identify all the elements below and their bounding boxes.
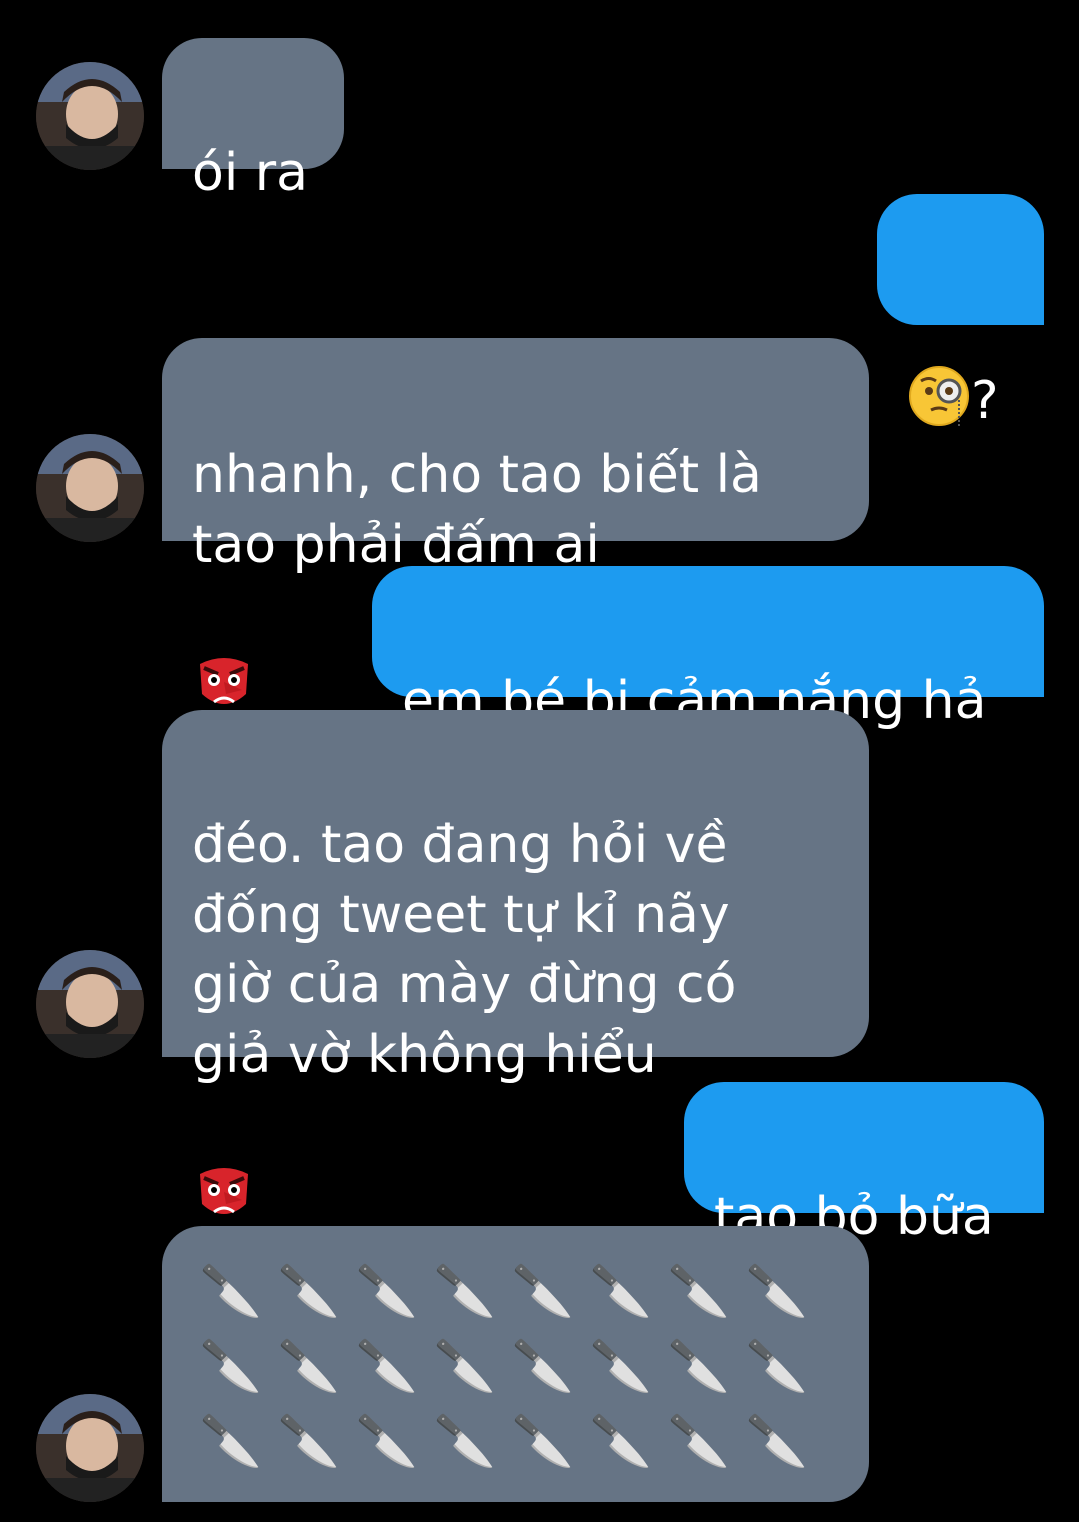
kitchen-knife-icon: 🔪 — [199, 1262, 263, 1320]
kitchen-knife-icon: 🔪 — [511, 1337, 575, 1395]
kitchen-knife-icon: 🔪 — [511, 1262, 575, 1320]
face-with-monocle-icon — [907, 294, 971, 446]
avatar-photo-icon — [36, 950, 144, 1058]
kitchen-knife-icon: 🔪 — [589, 1412, 653, 1470]
avatar-photo-icon — [36, 434, 144, 542]
message-text: đéo. tao đang hỏi về đống tweet tự kỉ nã… — [192, 815, 737, 1085]
kitchen-knife-icon: 🔪 — [745, 1262, 809, 1320]
avatar[interactable] — [36, 1394, 144, 1502]
kitchen-knife-icon: 🔪 — [745, 1412, 809, 1470]
kitchen-knife-icon: 🔪 — [277, 1412, 341, 1470]
kitchen-knife-icon: 🔪 — [277, 1262, 341, 1320]
kitchen-knife-icon: 🔪 — [745, 1337, 809, 1395]
message-bubble[interactable]: 🔪 🔪 🔪 🔪 🔪 🔪 🔪 🔪 🔪 🔪 🔪 🔪 🔪 🔪 🔪 🔪 🔪 🔪 🔪 🔪 🔪 🔪 🔪 🔪 — [162, 1226, 869, 1502]
kitchen-knife-icon: 🔪 — [355, 1412, 419, 1470]
kitchen-knife-icon: 🔪 — [277, 1337, 341, 1395]
avatar-photo-icon — [36, 1394, 144, 1502]
message-bubble[interactable]: ói ra — [162, 38, 344, 203]
message-bubble[interactable]: đéo. tao đang hỏi về đống tweet tự kỉ nã… — [162, 710, 869, 1214]
avatar[interactable] — [36, 62, 144, 170]
kitchen-knife-icon: 🔪 — [667, 1262, 731, 1320]
message-bubble[interactable]: em bé bị cảm nắng hả — [372, 566, 1044, 731]
avatar-photo-icon — [36, 62, 144, 170]
message-text: ói ra — [192, 143, 309, 203]
kitchen-knife-icon: 🔪 — [433, 1262, 497, 1320]
kitchen-knife-icon: 🔪 — [667, 1412, 731, 1470]
avatar[interactable] — [36, 950, 144, 1058]
kitchen-knife-icon: 🔪 — [667, 1337, 731, 1395]
kitchen-knife-icon: 🔪 — [511, 1412, 575, 1470]
goblin-mask-icon — [192, 1090, 256, 1242]
avatar[interactable] — [36, 434, 144, 542]
kitchen-knife-icon: 🔪 — [433, 1412, 497, 1470]
knife-emoji-grid: 🔪 🔪 🔪 🔪 🔪 🔪 🔪 🔪 🔪 🔪 🔪 🔪 🔪 🔪 🔪 🔪 🔪 🔪 🔪 🔪 🔪 🔪 🔪 🔪 — [192, 1254, 816, 1479]
message-bubble[interactable]: ? — [877, 194, 1044, 431]
kitchen-knife-icon: 🔪 — [589, 1262, 653, 1320]
kitchen-knife-icon: 🔪 — [199, 1412, 263, 1470]
message-text: ? — [971, 371, 999, 431]
kitchen-knife-icon: 🔪 — [433, 1337, 497, 1395]
kitchen-knife-icon: 🔪 — [199, 1337, 263, 1395]
message-text: nhanh, cho tao biết là tao phải đấm ai — [192, 445, 762, 575]
kitchen-knife-icon: 🔪 — [589, 1337, 653, 1395]
kitchen-knife-icon: 🔪 — [355, 1262, 419, 1320]
message-bubble[interactable]: tao bỏ bữa — [684, 1082, 1044, 1247]
kitchen-knife-icon: 🔪 — [355, 1337, 419, 1395]
message-bubble[interactable]: nhanh, cho tao biết là tao phải đấm ai — [162, 338, 869, 704]
